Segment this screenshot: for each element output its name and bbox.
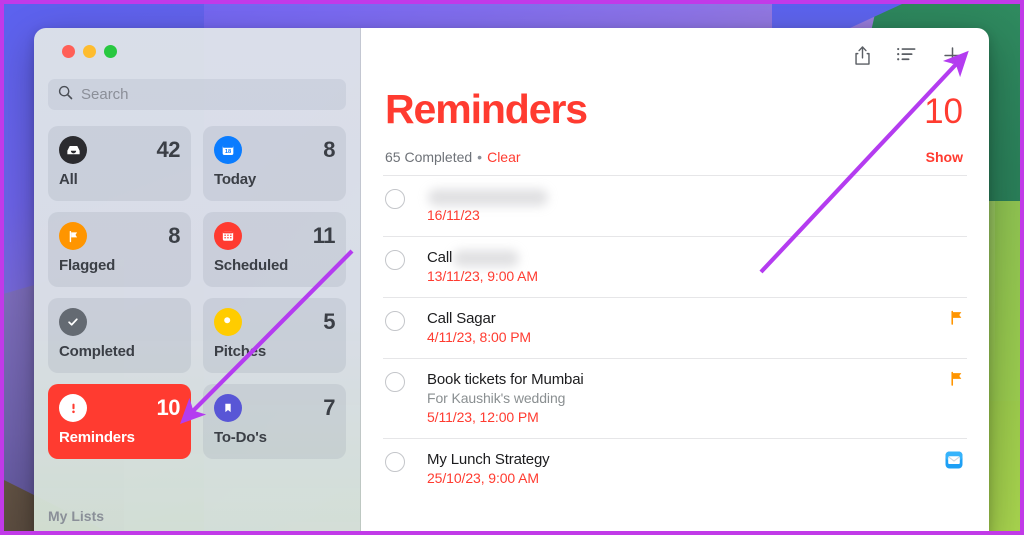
sidebar-item-today-count: 8 [323, 137, 335, 162]
sidebar-item-flagged-count: 8 [168, 223, 180, 248]
close-button[interactable] [62, 45, 75, 58]
list-circle-icon [214, 308, 242, 336]
complete-checkbox[interactable] [385, 250, 405, 270]
mail-app-icon[interactable] [945, 451, 963, 474]
sidebar-item-all-label: All [59, 171, 78, 188]
traffic-lights [48, 28, 346, 58]
completed-count-label: 65 Completed [385, 149, 473, 165]
reminder-body: Call 13/11/23, 9:00 AM [405, 248, 963, 286]
reminder-date: 4/11/23, 8:00 PM [427, 329, 531, 345]
exclamation-icon [59, 394, 87, 422]
sidebar-item-completed[interactable]: Completed [48, 298, 191, 373]
sidebar-item-today[interactable]: 18 8 Today [203, 126, 346, 201]
reminders-app-window: Search 42 All 18 8 Today 8 Flagged 11 Sc… [34, 28, 989, 531]
sidebar-item-scheduled[interactable]: 11 Scheduled [203, 212, 346, 287]
calendar-icon [214, 222, 242, 250]
clear-button[interactable]: Clear [487, 149, 520, 165]
redacted-text [453, 249, 520, 267]
reminder-body: Book tickets for Mumbai For Kaushik's we… [405, 370, 950, 427]
sidebar-item-today-label: Today [214, 171, 257, 188]
sidebar-item-scheduled-label: Scheduled [214, 257, 289, 274]
reminder-title [427, 187, 963, 206]
reminder-title: Book tickets for Mumbai [427, 371, 584, 388]
bookmark-icon [214, 394, 242, 422]
sidebar-item-todos[interactable]: 7 To-Do's [203, 384, 346, 459]
reminders-list: 16/11/23 Call 13/11/23, 9:00 AM Call Sag… [383, 175, 967, 499]
completed-row: 65 Completed • Clear Show [383, 149, 967, 165]
minimize-button[interactable] [83, 45, 96, 58]
sidebar-item-pitches[interactable]: 5 Pitches [203, 298, 346, 373]
sidebar-item-flagged[interactable]: 8 Flagged [48, 212, 191, 287]
reminder-title: Call Sagar [427, 310, 496, 327]
reminder-body: Call Sagar 4/11/23, 8:00 PM [405, 309, 950, 347]
reminder-date: 13/11/23, 9:00 AM [427, 268, 538, 284]
reminder-title: My Lunch Strategy [427, 451, 550, 468]
complete-checkbox[interactable] [385, 189, 405, 209]
completed-summary: 65 Completed • Clear [385, 149, 521, 165]
flag-icon [950, 310, 963, 330]
table-row[interactable]: My Lunch Strategy 25/10/23, 9:00 AM [383, 438, 967, 499]
list-view-icon[interactable] [896, 46, 918, 64]
sidebar-item-flagged-label: Flagged [59, 257, 116, 274]
sidebar: Search 42 All 18 8 Today 8 Flagged 11 Sc… [34, 28, 361, 531]
search-input[interactable]: Search [48, 79, 346, 110]
flag-icon [59, 222, 87, 250]
sidebar-item-todos-count: 7 [323, 395, 335, 420]
desktop-background: Search 42 All 18 8 Today 8 Flagged 11 Sc… [0, 0, 1024, 535]
svg-text:18: 18 [225, 149, 231, 155]
page-title: Reminders [385, 86, 588, 132]
complete-checkbox[interactable] [385, 452, 405, 472]
sidebar-item-completed-label: Completed [59, 343, 135, 360]
sidebar-item-todos-label: To-Do's [214, 429, 267, 446]
sidebar-item-reminders-label: Reminders [59, 429, 135, 446]
smart-lists-grid: 42 All 18 8 Today 8 Flagged 11 Scheduled… [48, 126, 346, 459]
main-content: Reminders 10 65 Completed • Clear Show 16/… [361, 28, 989, 531]
separator-dot: • [477, 149, 483, 165]
complete-checkbox[interactable] [385, 372, 405, 392]
reminder-body: My Lunch Strategy 25/10/23, 9:00 AM [405, 450, 945, 488]
add-icon[interactable] [942, 45, 963, 66]
sidebar-item-scheduled-count: 11 [312, 223, 336, 248]
search-placeholder: Search [81, 86, 129, 103]
checkmark-icon [59, 308, 87, 336]
search-icon [58, 85, 73, 105]
sidebar-item-pitches-label: Pitches [214, 343, 266, 360]
title-row: Reminders 10 [383, 86, 967, 133]
reminder-note: For Kaushik's wedding [427, 390, 566, 406]
table-row[interactable]: Book tickets for Mumbai For Kaushik's we… [383, 358, 967, 438]
table-row[interactable]: 16/11/23 [383, 175, 967, 236]
share-icon[interactable] [853, 45, 872, 66]
reminder-date: 5/11/23, 12:00 PM [427, 409, 539, 425]
reminder-body: 16/11/23 [405, 187, 963, 225]
flag-icon [950, 371, 963, 391]
page-count: 10 [924, 92, 963, 131]
sidebar-item-pitches-count: 5 [323, 309, 335, 334]
table-row[interactable]: Call Sagar 4/11/23, 8:00 PM [383, 297, 967, 358]
reminder-date: 25/10/23, 9:00 AM [427, 470, 539, 486]
my-lists-header: My Lists [48, 508, 105, 524]
reminder-title-text: Call [427, 249, 453, 266]
sidebar-item-reminders-count: 10 [156, 395, 181, 420]
maximize-button[interactable] [104, 45, 117, 58]
sidebar-item-all[interactable]: 42 All [48, 126, 191, 201]
table-row[interactable]: Call 13/11/23, 9:00 AM [383, 236, 967, 297]
complete-checkbox[interactable] [385, 311, 405, 331]
inbox-icon [59, 136, 87, 164]
reminder-date: 16/11/23 [427, 207, 480, 223]
toolbar [383, 28, 967, 82]
sidebar-item-reminders[interactable]: 10 Reminders [48, 384, 191, 459]
sidebar-item-all-count: 42 [156, 137, 181, 162]
reminder-title: Call [427, 248, 963, 267]
redacted-text [428, 188, 548, 206]
show-button[interactable]: Show [926, 149, 963, 165]
calendar-today-icon: 18 [214, 136, 242, 164]
